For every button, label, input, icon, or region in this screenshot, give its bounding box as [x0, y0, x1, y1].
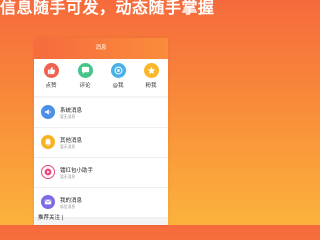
quick-actions-bar: 点赞 评论 @我 粉我 — [34, 59, 168, 96]
mail-icon — [41, 195, 55, 209]
message-title: 其他消息 — [60, 138, 83, 144]
message-title: 镭红包小助手 — [60, 168, 94, 174]
quick-action-likes[interactable]: 点赞 — [36, 63, 66, 93]
recommend-follow-label: 推荐关注 | — [38, 215, 64, 221]
play-icon — [41, 165, 55, 179]
comment-icon — [77, 63, 93, 78]
messages-header: 消息 — [34, 38, 168, 59]
page-title: 消息 — [95, 45, 107, 51]
message-row-other[interactable]: 其他消息 暂无消息 — [34, 128, 168, 158]
message-row-assistant[interactable]: 镭红包小助手 暂无消息 — [34, 158, 168, 188]
message-title: 系统消息 — [60, 108, 83, 114]
quick-action-label: 粉我 — [145, 83, 157, 89]
message-title: 我的消息 — [60, 198, 83, 204]
quick-action-mentions[interactable]: @我 — [103, 63, 133, 93]
phone-screen: 消息 点赞 评论 @我 粉我 系统消息 暂无消息 其他消息 暂无消息 镭红包小助… — [34, 38, 168, 225]
quick-action-fans[interactable]: 粉我 — [136, 63, 166, 93]
quick-action-label: @我 — [112, 83, 124, 89]
message-subtitle: 暂无消息 — [60, 144, 76, 149]
speaker-icon — [41, 105, 55, 119]
message-row-system[interactable]: 系统消息 暂无消息 — [34, 98, 168, 128]
bell-icon — [41, 135, 55, 149]
message-subtitle: 私信消息 — [60, 204, 76, 209]
thumbs-up-icon — [43, 63, 59, 78]
mention-icon — [110, 63, 126, 78]
promo-headline: 信息随手可发，动态随手掌握 — [0, 0, 215, 17]
quick-action-label: 点赞 — [45, 83, 57, 89]
message-subtitle: 暂无消息 — [60, 114, 76, 119]
quick-action-label: 评论 — [79, 83, 91, 89]
message-list: 系统消息 暂无消息 其他消息 暂无消息 镭红包小助手 暂无消息 我的消息 私信消… — [34, 98, 168, 218]
star-icon — [143, 63, 159, 78]
message-subtitle: 暂无消息 — [60, 174, 76, 179]
quick-action-comments[interactable]: 评论 — [70, 63, 100, 93]
